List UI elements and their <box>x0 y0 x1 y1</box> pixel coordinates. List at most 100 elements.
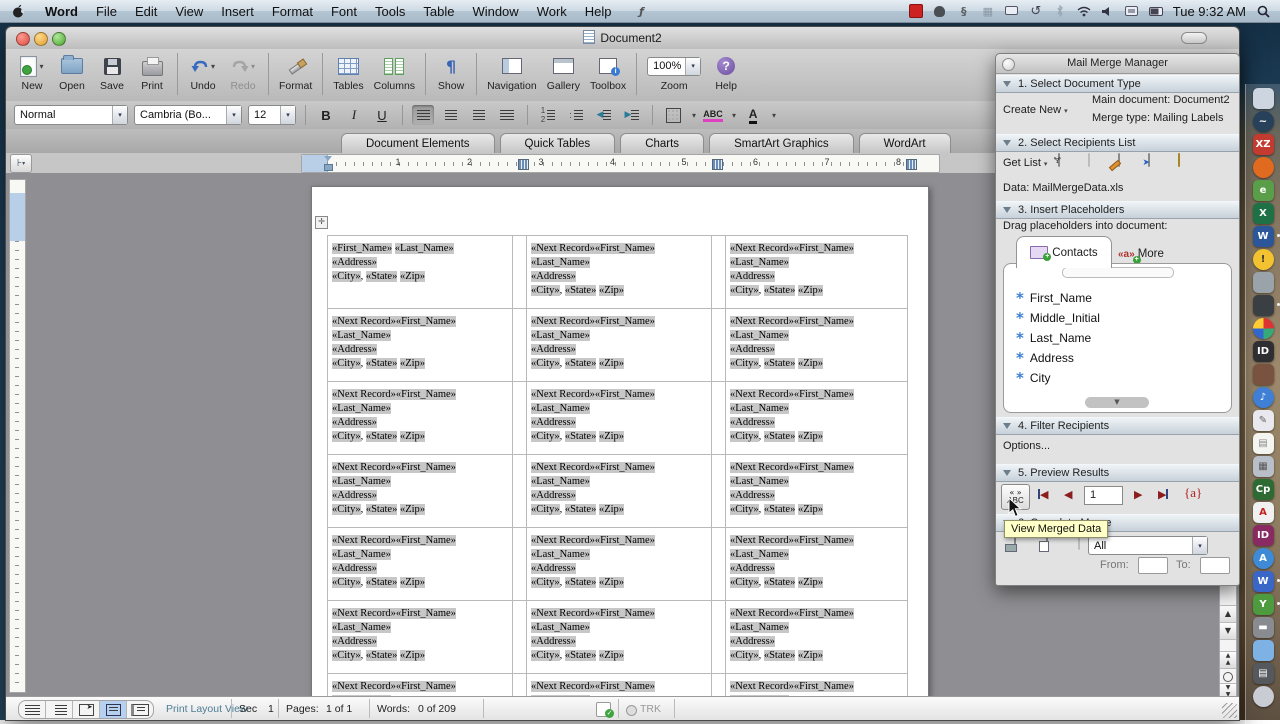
menu-help[interactable]: Help <box>576 0 621 22</box>
dock-launchpad[interactable]: ▦ <box>1253 456 1274 477</box>
last-record-button[interactable]: ▶ <box>1158 488 1168 501</box>
label-cell[interactable]: «Next Record»«First_Name»«Last_Name» <box>327 674 513 697</box>
label-cell[interactable]: «Next Record»«First_Name»«Last_Name»«Add… <box>327 528 513 600</box>
show-button[interactable]: ¶Show <box>436 53 466 92</box>
section-1-header[interactable]: 1. Select Document Type <box>996 75 1239 93</box>
dock-photo-booth[interactable] <box>1253 364 1274 385</box>
label-cell[interactable]: «Next Record»«First_Name»«Last_Name» <box>725 674 908 697</box>
menu-file[interactable]: File <box>87 0 126 22</box>
dock-folder[interactable] <box>1253 640 1274 661</box>
previous-record-button[interactable]: ◀ <box>1064 488 1072 501</box>
words-value[interactable]: 0 of 209 <box>418 703 456 715</box>
dock-alert-app[interactable]: ! <box>1253 249 1274 270</box>
justify-button[interactable] <box>496 105 518 125</box>
section-5-header[interactable]: 5. Preview Results <box>996 464 1239 482</box>
print-button[interactable]: Print <box>137 53 167 92</box>
dock-itunes[interactable]: ♪ <box>1253 387 1274 408</box>
script-menu-icon[interactable]: ƒ <box>635 4 649 18</box>
dock-grey-app[interactable] <box>1253 272 1274 293</box>
dock-word[interactable]: W <box>1253 226 1274 247</box>
merge-to-printer-icon[interactable] <box>1014 536 1016 550</box>
select-browse-object-button[interactable] <box>1223 672 1233 682</box>
label-cell[interactable]: «Next Record»«First_Name»«Last_Name»«Add… <box>725 528 908 600</box>
dock-indesign[interactable]: ID <box>1253 525 1274 546</box>
menu-insert[interactable]: Insert <box>212 0 263 22</box>
tab-charts[interactable]: Charts <box>620 133 704 153</box>
highlight-dropdown[interactable]: ▾ <box>732 111 736 120</box>
zoom-value[interactable]: 100% <box>648 60 685 72</box>
dock-excel[interactable]: X <box>1253 203 1274 224</box>
dock-indesign-dark[interactable]: ID <box>1253 341 1274 362</box>
label-cell[interactable]: «Next Record»«First_Name»«Last_Name»«Add… <box>526 528 712 600</box>
spelling-status-icon[interactable] <box>596 702 611 717</box>
label-cell[interactable]: «Next Record»«First_Name»«Last_Name»«Add… <box>725 309 908 381</box>
menu-format[interactable]: Format <box>263 0 322 22</box>
redo-button[interactable]: ▾Redo <box>228 53 258 92</box>
contacts-tab[interactable]: Contacts <box>1016 236 1112 268</box>
font-color-dropdown[interactable]: ▾ <box>772 111 776 120</box>
document-page[interactable]: ✛ «First_Name» «Last_Name»«Address»«City… <box>311 186 929 697</box>
tab-quick-tables[interactable]: Quick Tables <box>500 133 616 153</box>
label-cell[interactable]: «Next Record»«First_Name»«Last_Name»«Add… <box>327 309 513 381</box>
dock-trash[interactable] <box>1253 686 1274 707</box>
gallery-button[interactable]: Gallery <box>547 53 580 92</box>
merge-to-new-document-icon[interactable] <box>1046 536 1048 550</box>
label-cell[interactable]: «Next Record»«First_Name»«Last_Name»«Add… <box>327 455 513 527</box>
outline-view-button[interactable] <box>46 701 73 718</box>
bullet-list-button[interactable]: : <box>565 105 587 125</box>
label-cell[interactable]: «Next Record»«First_Name»«Last_Name»«Add… <box>725 236 908 308</box>
next-record-button[interactable]: ▶ <box>1134 488 1142 501</box>
display-menu-icon[interactable] <box>1005 4 1019 18</box>
battery-menu-icon[interactable] <box>1149 4 1163 18</box>
open-button[interactable]: Open <box>57 53 87 92</box>
label-cell[interactable]: «Next Record»«First_Name»«Last_Name»«Add… <box>526 236 712 308</box>
toolbox-button[interactable]: Toolbox <box>590 53 626 92</box>
view-mode-label[interactable]: Print Layout View <box>166 703 248 715</box>
tab-smartart-graphics[interactable]: SmartArt Graphics <box>709 133 854 153</box>
dock-app-store[interactable]: A <box>1253 548 1274 569</box>
lasso-menu-icon[interactable]: § <box>957 4 971 18</box>
dock-firefox[interactable] <box>1253 157 1274 178</box>
columns-button[interactable]: Columns <box>374 53 415 92</box>
indent-markers[interactable] <box>324 156 333 171</box>
dock-server-app[interactable]: ▤ <box>1253 663 1274 684</box>
film-menu-icon[interactable] <box>909 4 923 18</box>
dock-screen-app[interactable] <box>1253 295 1274 316</box>
filter-options-button[interactable]: Options... <box>1003 440 1050 452</box>
trk-label[interactable]: TRK <box>640 703 661 715</box>
disclosure-triangle[interactable] <box>1003 81 1011 87</box>
get-list-button[interactable]: Get List▾ <box>1003 157 1047 169</box>
office-address-book-icon[interactable] <box>1088 153 1090 167</box>
notebook-view-button[interactable] <box>127 701 153 718</box>
dock-red-xz-app[interactable]: XZ <box>1253 134 1274 155</box>
menu-edit[interactable]: Edit <box>126 0 166 22</box>
publishing-view-button[interactable]: ➤ <box>73 701 100 718</box>
increase-indent-button[interactable]: ▶ <box>621 105 643 125</box>
section-3-header[interactable]: 3. Insert Placeholders <box>996 201 1239 219</box>
field-list-scroll-up[interactable] <box>1062 267 1174 278</box>
first-record-button[interactable]: ◀ <box>1038 488 1048 501</box>
font-size-combo[interactable]: 12▾ <box>248 105 296 125</box>
evernote-menu-icon[interactable] <box>933 4 947 18</box>
label-cell[interactable]: «Next Record»«First_Name»«Last_Name»«Add… <box>526 601 712 673</box>
label-cell[interactable]: «Next Record»«First_Name»«Last_Name»«Add… <box>526 455 712 527</box>
label-cell[interactable]: «Next Record»«First_Name»«Last_Name»«Add… <box>725 382 908 454</box>
merge-range-dropdown[interactable]: All▾ <box>1088 536 1208 555</box>
underline-button[interactable]: U <box>371 105 393 125</box>
format-button[interactable]: Format <box>279 53 312 92</box>
dock-dictionary[interactable]: ✎ <box>1253 410 1274 431</box>
apple-menu[interactable] <box>0 0 36 22</box>
label-cell[interactable]: «First_Name» «Last_Name»«Address»«City»,… <box>327 236 513 308</box>
spotlight-icon[interactable] <box>1256 4 1270 18</box>
dock-stocks-app[interactable]: ~ <box>1253 111 1274 132</box>
tab-stop-selector[interactable]: ⊦▾ <box>10 154 32 173</box>
new-button[interactable]: ▾New <box>17 53 47 92</box>
menu-view[interactable]: View <box>166 0 212 22</box>
menu-word[interactable]: Word <box>36 0 87 22</box>
bluetooth-menu-icon[interactable] <box>1053 4 1067 18</box>
print-layout-view-button[interactable] <box>100 701 127 718</box>
scroll-down-button[interactable]: ▼ <box>1220 622 1236 640</box>
dock-acrobat[interactable]: A <box>1253 502 1274 523</box>
menu-table[interactable]: Table <box>414 0 463 22</box>
open-data-source-icon[interactable]: 🝖 <box>1058 153 1060 167</box>
